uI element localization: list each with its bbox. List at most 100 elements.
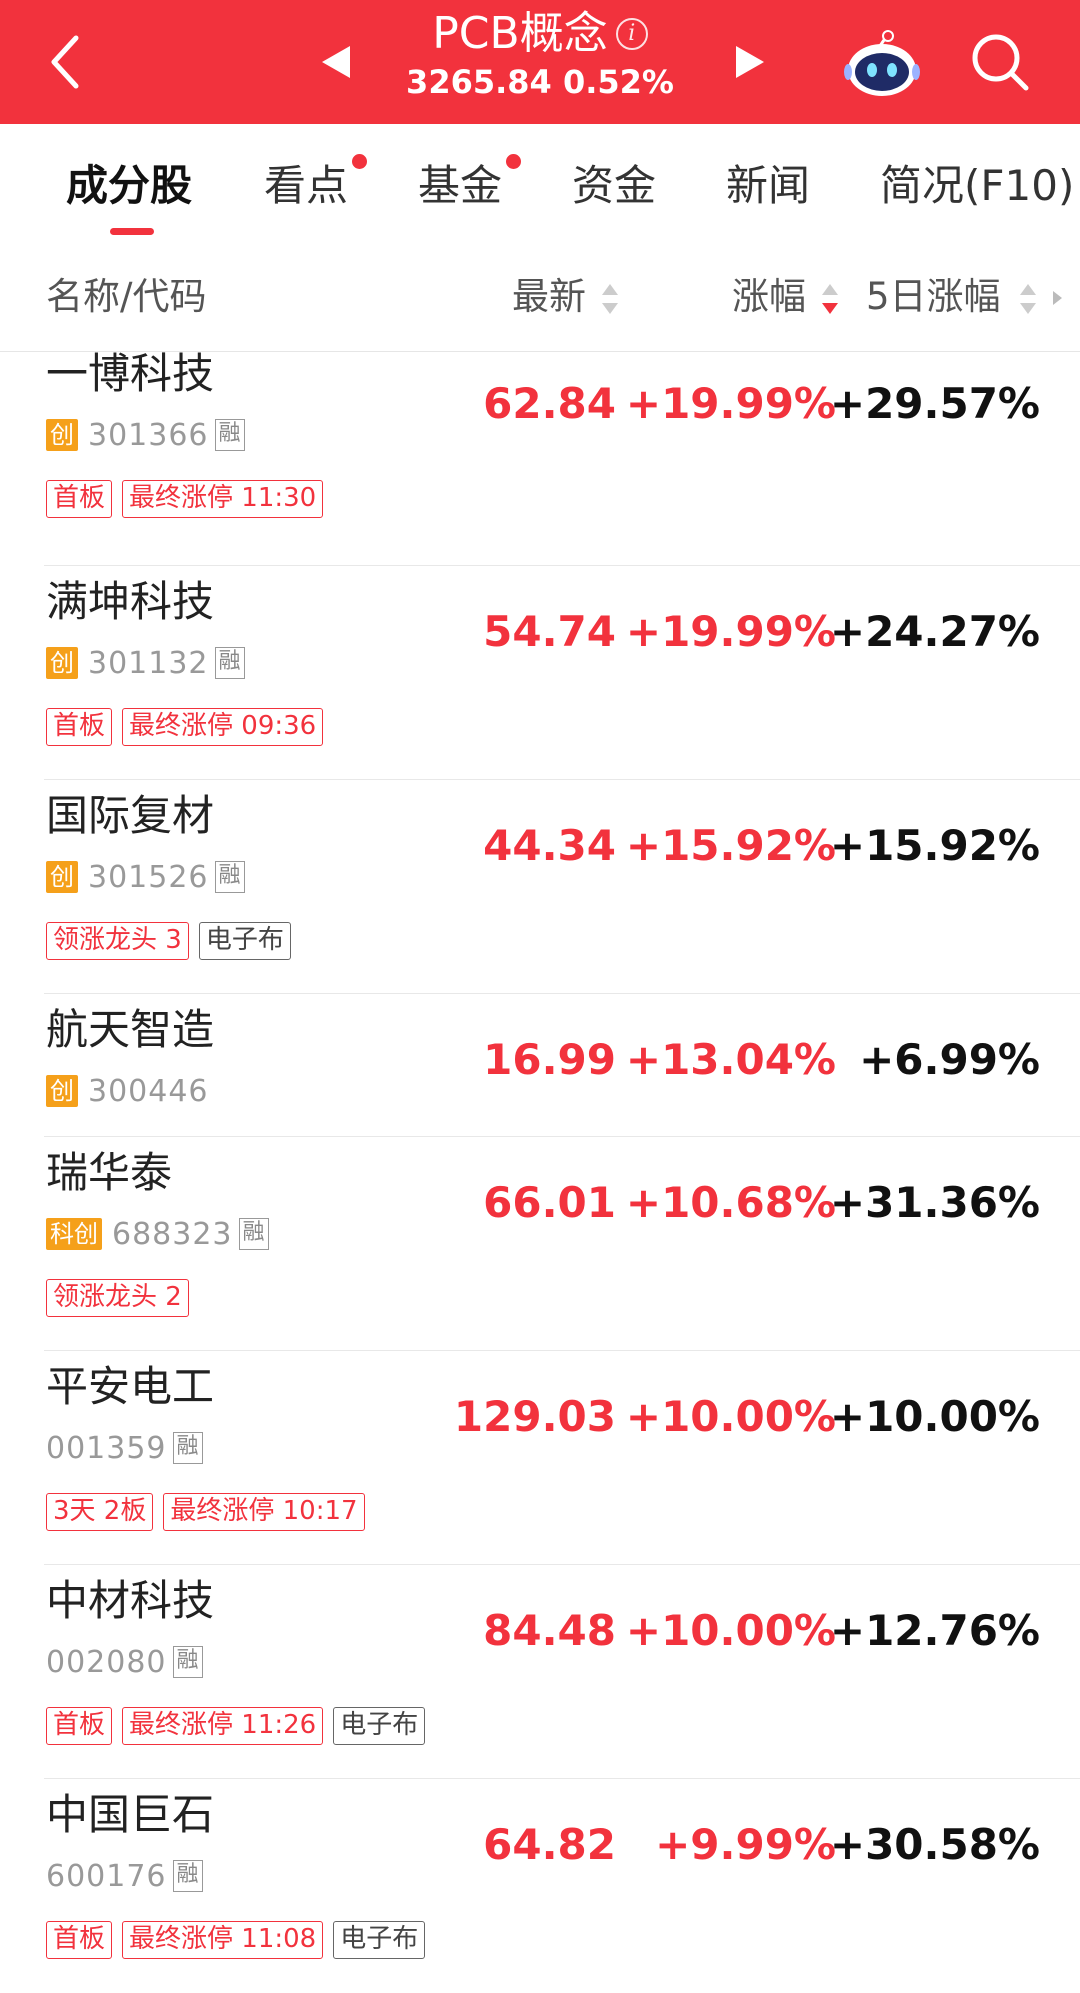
stock-tag: 最终涨停 09:36 (122, 708, 324, 746)
next-index-button[interactable] (730, 40, 770, 84)
tab-highlights-badge (352, 154, 367, 169)
previous-index-button[interactable] (316, 40, 356, 84)
stock-code-line: 001359 融 (46, 1430, 203, 1466)
stock-code: 001359 (46, 1430, 167, 1466)
stock-price: 54.74 (483, 607, 616, 656)
column-change[interactable]: 涨幅 (732, 272, 806, 322)
tab-profile-f10[interactable]: 简况(F10) (880, 158, 1074, 214)
stock-name: 瑞华泰 (46, 1148, 173, 1197)
stock-code: 301366 (88, 417, 209, 453)
stock-code-line: 创 301526 融 (46, 860, 245, 895)
board-badge: 创 (46, 861, 78, 893)
stock-price: 64.82 (483, 1820, 616, 1869)
stock-5day-change: +6.99% (859, 1035, 1040, 1084)
ai-assistant-button[interactable] (844, 28, 920, 100)
stock-5day-change: +15.92% (829, 821, 1040, 870)
robot-icon (844, 30, 920, 96)
column-latest[interactable]: 最新 (512, 272, 586, 322)
triangle-right-icon (736, 46, 764, 78)
tab-capital[interactable]: 资金 (572, 158, 656, 214)
stock-row[interactable]: 满坤科技 创 301132 融 54.74 +19.99% +24.27% 首板… (44, 566, 1080, 780)
column-header: 名称/代码 最新 涨幅 5日涨幅 (0, 242, 1080, 352)
sort-icon[interactable] (1018, 282, 1038, 316)
stock-row[interactable]: 中材科技 002080 融 84.48 +10.00% +12.76% 首板 最… (44, 1565, 1080, 1779)
margin-badge: 融 (214, 419, 245, 451)
stock-row[interactable]: 瑞华泰 科创 688323 融 66.01 +10.68% +31.36% 领涨… (44, 1137, 1080, 1351)
column-5day-change[interactable]: 5日涨幅 (866, 272, 1001, 322)
index-title-block[interactable]: PCB概念 i 3265.84 0.52% (360, 6, 720, 102)
constituent-stock-list: 一博科技 创 301366 融 62.84 +19.99% +29.57% 首板… (0, 349, 1080, 1993)
stock-tag: 领涨龙头 2 (46, 1279, 189, 1317)
stock-tags: 首板 最终涨停 11:30 (46, 480, 333, 518)
stock-code-line: 创 300446 (46, 1073, 215, 1109)
tab-funds-badge (506, 154, 521, 169)
index-value: 3265.84 (406, 63, 552, 101)
tab-bar: 成分股 看点 基金 资金 新闻 简况(F10) (0, 124, 1080, 242)
stock-row[interactable]: 一博科技 创 301366 融 62.84 +19.99% +29.57% 首板… (44, 349, 1080, 566)
board-badge: 创 (46, 1075, 78, 1107)
stock-tag: 领涨龙头 3 (46, 922, 189, 960)
stock-code: 002080 (46, 1644, 167, 1680)
margin-badge: 融 (172, 1432, 203, 1464)
stock-tag: 电子布 (333, 1921, 426, 1959)
stock-code-line: 600176 融 (46, 1858, 203, 1894)
stock-change: +19.99% (625, 379, 836, 428)
stock-tags: 首板 最终涨停 11:08 电子布 (46, 1921, 435, 1959)
search-icon (972, 34, 1029, 91)
stock-tag: 最终涨停 10:17 (163, 1493, 365, 1531)
column-name-code: 名称/代码 (46, 275, 207, 318)
stock-row[interactable]: 平安电工 001359 融 129.03 +10.00% +10.00% 3天 … (44, 1351, 1080, 1565)
stock-change: +10.00% (625, 1392, 836, 1441)
stock-5day-change: +12.76% (829, 1606, 1040, 1655)
stock-change: +10.68% (625, 1178, 836, 1227)
stock-name: 中材科技 (46, 1576, 215, 1625)
stock-code-line: 002080 融 (46, 1644, 203, 1680)
search-button[interactable] (968, 30, 1032, 94)
tab-constituents[interactable]: 成分股 (66, 158, 192, 214)
tab-news[interactable]: 新闻 (726, 158, 810, 214)
margin-badge: 融 (172, 1860, 203, 1892)
stock-tag: 最终涨停 11:30 (122, 480, 324, 518)
stock-code-line: 科创 688323 融 (46, 1216, 269, 1252)
stock-tag: 最终涨停 11:26 (122, 1707, 324, 1745)
margin-badge: 融 (238, 1218, 269, 1250)
stock-code: 688323 (112, 1216, 233, 1252)
sort-icon[interactable] (600, 282, 620, 316)
stock-row[interactable]: 中国巨石 600176 融 64.82 +9.99% +30.58% 首板 最终… (44, 1779, 1080, 1993)
chevron-right-icon[interactable] (1050, 288, 1064, 308)
index-quote: 3265.84 0.52% (360, 62, 720, 102)
stock-name: 中国巨石 (46, 1790, 215, 1839)
stock-code: 300446 (88, 1073, 209, 1109)
tab-highlights[interactable]: 看点 (264, 158, 348, 214)
stock-row[interactable]: 国际复材 创 301526 融 44.34 +15.92% +15.92% 领涨… (44, 780, 1080, 994)
stock-5day-change: +24.27% (829, 607, 1040, 656)
stock-change: +19.99% (625, 607, 836, 656)
stock-name: 一博科技 (46, 349, 215, 398)
stock-tags: 首板 最终涨停 09:36 (46, 708, 333, 746)
stock-name: 平安电工 (46, 1362, 215, 1411)
stock-code-line: 创 301366 融 (46, 417, 245, 453)
board-badge: 创 (46, 647, 78, 679)
stock-price: 66.01 (483, 1178, 616, 1227)
back-button[interactable] (40, 28, 92, 96)
stock-tags: 首板 最终涨停 11:26 电子布 (46, 1707, 435, 1745)
index-change: 0.52% (562, 63, 674, 101)
triangle-left-icon (322, 46, 350, 78)
stock-price: 44.34 (483, 821, 616, 870)
margin-badge: 融 (214, 861, 245, 893)
sort-desc-icon[interactable] (820, 282, 840, 316)
tab-funds[interactable]: 基金 (418, 158, 502, 214)
stock-5day-change: +29.57% (829, 379, 1040, 428)
board-badge: 创 (46, 419, 78, 451)
stock-name: 国际复材 (46, 791, 215, 840)
stock-tag: 首板 (46, 480, 113, 518)
stock-code-line: 创 301132 融 (46, 646, 245, 681)
stock-tag: 3天 2板 (46, 1493, 154, 1531)
info-icon[interactable]: i (615, 18, 648, 50)
stock-change: +9.99% (655, 1820, 836, 1869)
stock-price: 129.03 (453, 1392, 616, 1441)
stock-row[interactable]: 航天智造 创 300446 16.99 +13.04% +6.99% (44, 994, 1080, 1137)
stock-tag: 首板 (46, 1707, 113, 1745)
stock-code: 600176 (46, 1858, 167, 1894)
stock-tags: 领涨龙头 3 电子布 (46, 922, 301, 960)
